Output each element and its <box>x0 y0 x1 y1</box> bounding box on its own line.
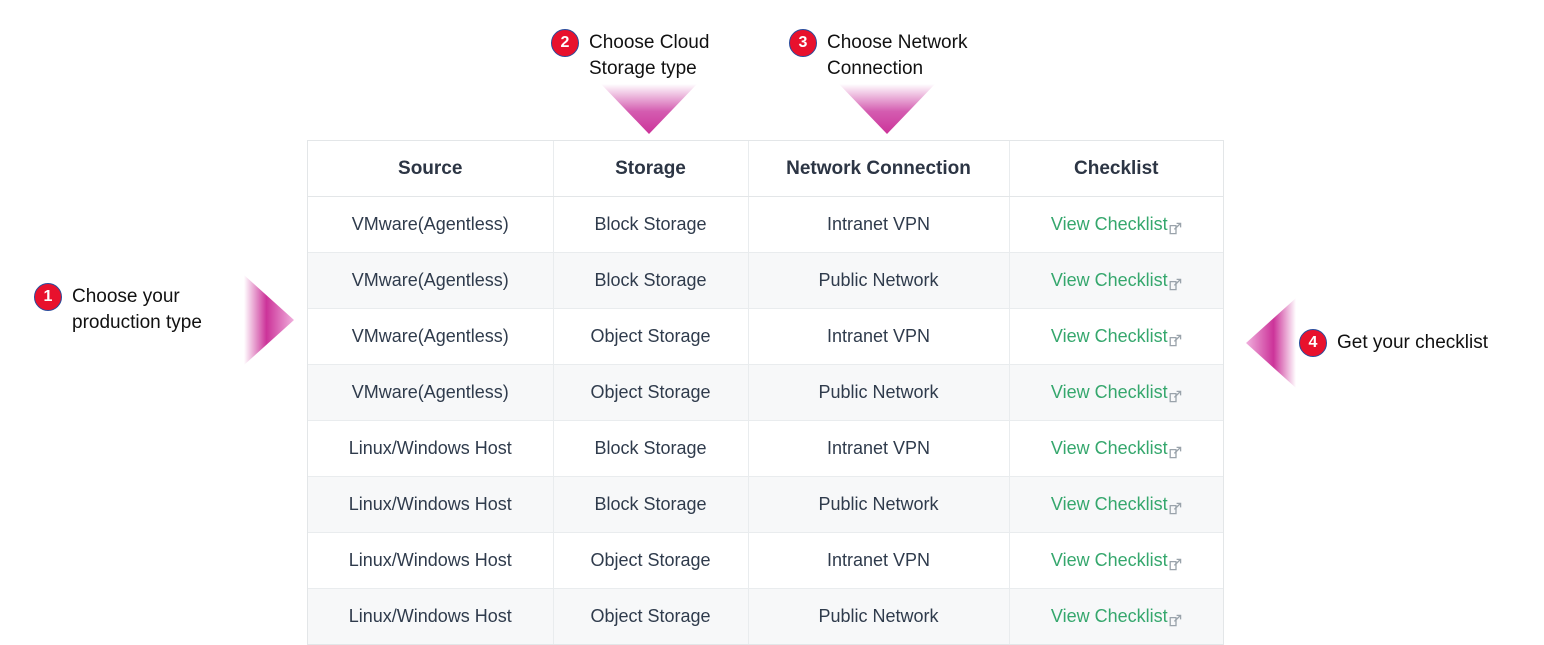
table-row: Linux/Windows Host Object Storage Intranet… <box>308 532 1223 589</box>
view-checklist-label: View Checklist <box>1050 550 1168 570</box>
external-link-icon <box>1169 331 1182 347</box>
column-header-checklist: Checklist <box>1009 141 1223 197</box>
step-1-badge: 1 <box>34 283 62 311</box>
view-checklist-link[interactable]: View Checklist <box>1051 494 1182 515</box>
view-checklist-label: View Checklist <box>1050 438 1168 458</box>
cell-source: Linux/Windows Host <box>308 532 554 589</box>
view-checklist-link[interactable]: View Checklist <box>1051 214 1182 235</box>
cell-source: Linux/Windows Host <box>308 476 554 533</box>
view-checklist-link[interactable]: View Checklist <box>1051 326 1182 347</box>
view-checklist-link[interactable]: View Checklist <box>1051 270 1182 291</box>
cell-source: VMware(Agentless) <box>308 308 554 365</box>
step-1-label: Choose your production type <box>72 286 202 333</box>
cell-network: Public Network <box>748 476 1010 533</box>
step-3-badge: 3 <box>789 29 817 57</box>
cell-checklist: View Checklist <box>1009 476 1223 533</box>
table-row: Linux/Windows Host Block Storage Public Ne… <box>308 476 1223 533</box>
cell-source: Linux/Windows Host <box>308 588 554 644</box>
cell-storage: Block Storage <box>553 420 749 477</box>
cell-source: VMware(Agentless) <box>308 196 554 253</box>
table-row: VMware(Agentless) Object Storage Intranet … <box>308 308 1223 365</box>
cell-checklist: View Checklist <box>1009 420 1223 477</box>
cell-checklist: View Checklist <box>1009 588 1223 644</box>
step-2: 2 Choose Cloud Storage type <box>551 29 709 82</box>
cell-source: VMware(Agentless) <box>308 364 554 421</box>
cell-storage: Object Storage <box>553 588 749 644</box>
step-4-arrow-left-icon <box>1246 298 1296 393</box>
cell-source: VMware(Agentless) <box>308 252 554 309</box>
step-3-label: Choose Network Connection <box>827 32 968 79</box>
column-header-storage: Storage <box>553 141 749 197</box>
view-checklist-label: View Checklist <box>1050 270 1168 290</box>
cell-storage: Block Storage <box>553 196 749 253</box>
view-checklist-link[interactable]: View Checklist <box>1051 550 1182 571</box>
view-checklist-link[interactable]: View Checklist <box>1051 382 1182 403</box>
step-2-badge: 2 <box>551 29 579 57</box>
step-2-arrow-down-icon <box>601 84 697 139</box>
external-link-icon <box>1169 555 1182 571</box>
view-checklist-link[interactable]: View Checklist <box>1051 438 1182 459</box>
cell-network: Intranet VPN <box>748 308 1010 365</box>
external-link-icon <box>1169 499 1182 515</box>
table-row: Linux/Windows Host Object Storage Public N… <box>308 588 1223 644</box>
cell-network: Intranet VPN <box>748 420 1010 477</box>
cell-network: Intranet VPN <box>748 532 1010 589</box>
cell-storage: Object Storage <box>553 532 749 589</box>
step-1: 1 Choose your production type <box>34 283 202 336</box>
cell-checklist: View Checklist <box>1009 252 1223 309</box>
step-1-arrow-right-icon <box>244 275 294 370</box>
view-checklist-link[interactable]: View Checklist <box>1051 606 1182 627</box>
table-row: VMware(Agentless) Object Storage Public Ne… <box>308 364 1223 421</box>
table-header-row: Source Storage Network Connection Checkl… <box>308 141 1223 197</box>
cell-source: Linux/Windows Host <box>308 420 554 477</box>
cell-storage: Block Storage <box>553 252 749 309</box>
cell-checklist: View Checklist <box>1009 308 1223 365</box>
view-checklist-label: View Checklist <box>1050 494 1168 514</box>
step-4-label: Get your checklist <box>1337 332 1488 353</box>
step-3: 3 Choose Network Connection <box>789 29 967 82</box>
cell-network: Public Network <box>748 252 1010 309</box>
external-link-icon <box>1169 611 1182 627</box>
external-link-icon <box>1169 275 1182 291</box>
cell-storage: Object Storage <box>553 364 749 421</box>
cell-checklist: View Checklist <box>1009 196 1223 253</box>
step-4: 4 Get your checklist <box>1299 329 1488 357</box>
external-link-icon <box>1169 387 1182 403</box>
view-checklist-label: View Checklist <box>1050 606 1168 626</box>
cell-storage: Block Storage <box>553 476 749 533</box>
external-link-icon <box>1169 219 1182 235</box>
view-checklist-label: View Checklist <box>1050 214 1168 234</box>
view-checklist-label: View Checklist <box>1050 382 1168 402</box>
cell-checklist: View Checklist <box>1009 532 1223 589</box>
cell-checklist: View Checklist <box>1009 364 1223 421</box>
compatibility-matrix-table: Source Storage Network Connection Checkl… <box>307 140 1224 645</box>
step-3-arrow-down-icon <box>839 84 935 139</box>
cell-storage: Object Storage <box>553 308 749 365</box>
table-row: VMware(Agentless) Block Storage Intranet V… <box>308 196 1223 253</box>
cell-network: Intranet VPN <box>748 196 1010 253</box>
step-2-label: Choose Cloud Storage type <box>589 32 710 79</box>
column-header-source: Source <box>308 141 554 197</box>
table-row: VMware(Agentless) Block Storage Public Net… <box>308 252 1223 309</box>
cell-network: Public Network <box>748 364 1010 421</box>
external-link-icon <box>1169 443 1182 459</box>
step-4-badge: 4 <box>1299 329 1327 357</box>
table-row: Linux/Windows Host Block Storage Intranet … <box>308 420 1223 477</box>
column-header-network-connection: Network Connection <box>748 141 1010 197</box>
view-checklist-label: View Checklist <box>1050 326 1168 346</box>
cell-network: Public Network <box>748 588 1010 644</box>
